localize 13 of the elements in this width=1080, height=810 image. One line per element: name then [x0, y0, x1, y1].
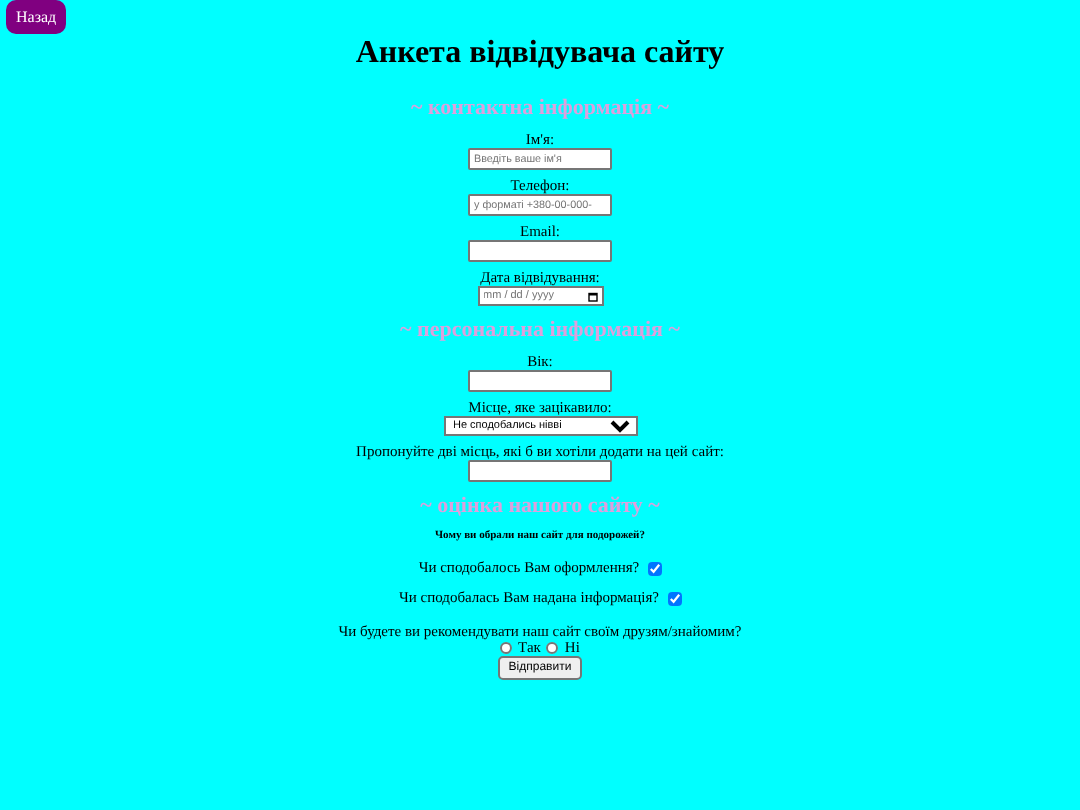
input-field[interactable]: [468, 240, 612, 262]
checkbox[interactable]: [667, 591, 681, 605]
section-heading: ~ персональна інформація ~: [400, 318, 680, 342]
input-field[interactable]: [467, 460, 612, 482]
section-heading: ~ оцінка нашого сайту ~: [420, 494, 660, 518]
back-button[interactable]: Назад: [6, 0, 67, 34]
section-heading: ~ контактна інформація ~: [410, 96, 670, 120]
checkbox[interactable]: [647, 561, 662, 575]
radio-button[interactable]: [500, 642, 513, 654]
page-title: Анкета відвідувача сайту: [355, 36, 725, 72]
calendar-icon: [587, 292, 597, 302]
input-field[interactable]: [468, 370, 612, 392]
radio-button[interactable]: [546, 642, 559, 654]
